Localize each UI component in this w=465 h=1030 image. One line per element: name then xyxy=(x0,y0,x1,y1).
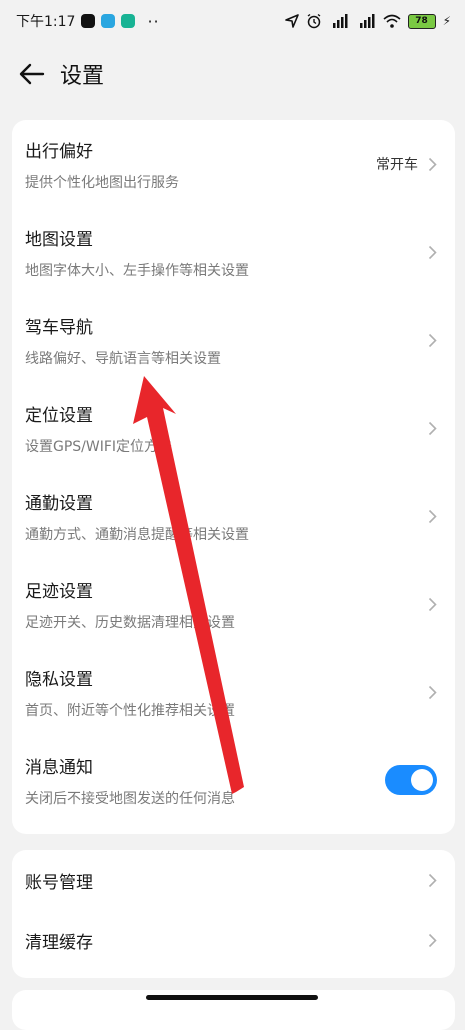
status-time: 下午1:17 xyxy=(16,14,76,30)
row-subtitle: 关闭后不接受地图发送的任何消息 xyxy=(25,790,235,807)
status-left: 下午1:17 ·· xyxy=(16,11,160,31)
app-notification-icon xyxy=(121,14,136,28)
notification-toggle[interactable] xyxy=(385,765,437,795)
battery-icon: 78 xyxy=(407,13,436,29)
row-subtitle: 提供个性化地图出行服务 xyxy=(25,174,179,191)
signal-icon-2 xyxy=(359,14,375,28)
row-title: 清理缓存 xyxy=(25,932,93,953)
more-notifications-icon: ·· xyxy=(147,11,160,31)
chevron-right-icon xyxy=(428,157,437,171)
account-card: 账号管理 清理缓存 xyxy=(12,850,455,978)
settings-item-map-settings[interactable]: 地图设置 地图字体大小、左手操作等相关设置 xyxy=(12,208,455,296)
settings-item-footprint[interactable]: 足迹设置 足迹开关、历史数据清理相关设置 xyxy=(12,560,455,648)
status-right: 78 ⚡ xyxy=(284,13,451,29)
page-title: 设置 xyxy=(60,64,105,89)
row-title: 出行偏好 xyxy=(25,141,93,162)
settings-item-driving-navigation[interactable]: 驾车导航 线路偏好、导航语言等相关设置 xyxy=(12,296,455,384)
row-title: 通勤设置 xyxy=(25,493,93,514)
telegram-icon xyxy=(101,14,116,28)
settings-card: 出行偏好 提供个性化地图出行服务 常开车 地图设置 地图字体大小、左手操作等相关… xyxy=(12,120,455,834)
chevron-right-icon xyxy=(428,245,437,259)
tiktok-icon xyxy=(81,14,96,28)
back-button[interactable] xyxy=(10,52,54,96)
chevron-right-icon xyxy=(428,685,437,699)
chevron-right-icon xyxy=(428,333,437,347)
home-indicator[interactable] xyxy=(146,995,318,1000)
signal-icon-1 xyxy=(332,14,348,28)
status-bar: 下午1:17 ·· 78 ⚡ xyxy=(0,0,465,42)
location-icon xyxy=(284,14,299,28)
toggle-knob xyxy=(411,769,433,791)
row-title: 地图设置 xyxy=(25,229,93,250)
row-subtitle: 线路偏好、导航语言等相关设置 xyxy=(25,350,221,367)
settings-item-clear-cache[interactable]: 清理缓存 xyxy=(12,910,455,970)
chevron-right-icon xyxy=(428,597,437,611)
alarm-icon xyxy=(307,13,320,29)
settings-item-notifications: 消息通知 关闭后不接受地图发送的任何消息 xyxy=(12,736,455,824)
settings-item-privacy[interactable]: 隐私设置 首页、附近等个性化推荐相关设置 xyxy=(12,648,455,736)
row-subtitle: 设置GPS/WIFI定位方法 xyxy=(25,438,173,455)
settings-item-account-management[interactable]: 账号管理 xyxy=(12,850,455,910)
wifi-icon xyxy=(383,14,401,28)
row-title: 定位设置 xyxy=(25,405,93,426)
row-title: 足迹设置 xyxy=(25,581,93,602)
row-subtitle: 通勤方式、通勤消息提醒等相关设置 xyxy=(25,526,249,543)
settings-item-travel-preference[interactable]: 出行偏好 提供个性化地图出行服务 常开车 xyxy=(12,120,455,208)
settings-item-commute[interactable]: 通勤设置 通勤方式、通勤消息提醒等相关设置 xyxy=(12,472,455,560)
row-subtitle: 首页、附近等个性化推荐相关设置 xyxy=(25,702,235,719)
row-value: 常开车 xyxy=(376,157,418,173)
back-arrow-icon xyxy=(19,63,45,85)
settings-item-location[interactable]: 定位设置 设置GPS/WIFI定位方法 xyxy=(12,384,455,472)
chevron-right-icon xyxy=(428,509,437,523)
row-title: 驾车导航 xyxy=(25,317,93,338)
chevron-right-icon xyxy=(428,933,437,947)
chevron-right-icon xyxy=(428,421,437,435)
top-bar: 设置 xyxy=(0,50,465,98)
row-title: 隐私设置 xyxy=(25,669,93,690)
row-title: 消息通知 xyxy=(25,757,93,778)
charging-icon: ⚡ xyxy=(442,14,451,28)
row-subtitle: 足迹开关、历史数据清理相关设置 xyxy=(25,614,235,631)
row-subtitle: 地图字体大小、左手操作等相关设置 xyxy=(25,262,249,279)
chevron-right-icon xyxy=(428,873,437,887)
row-title: 账号管理 xyxy=(25,872,93,893)
